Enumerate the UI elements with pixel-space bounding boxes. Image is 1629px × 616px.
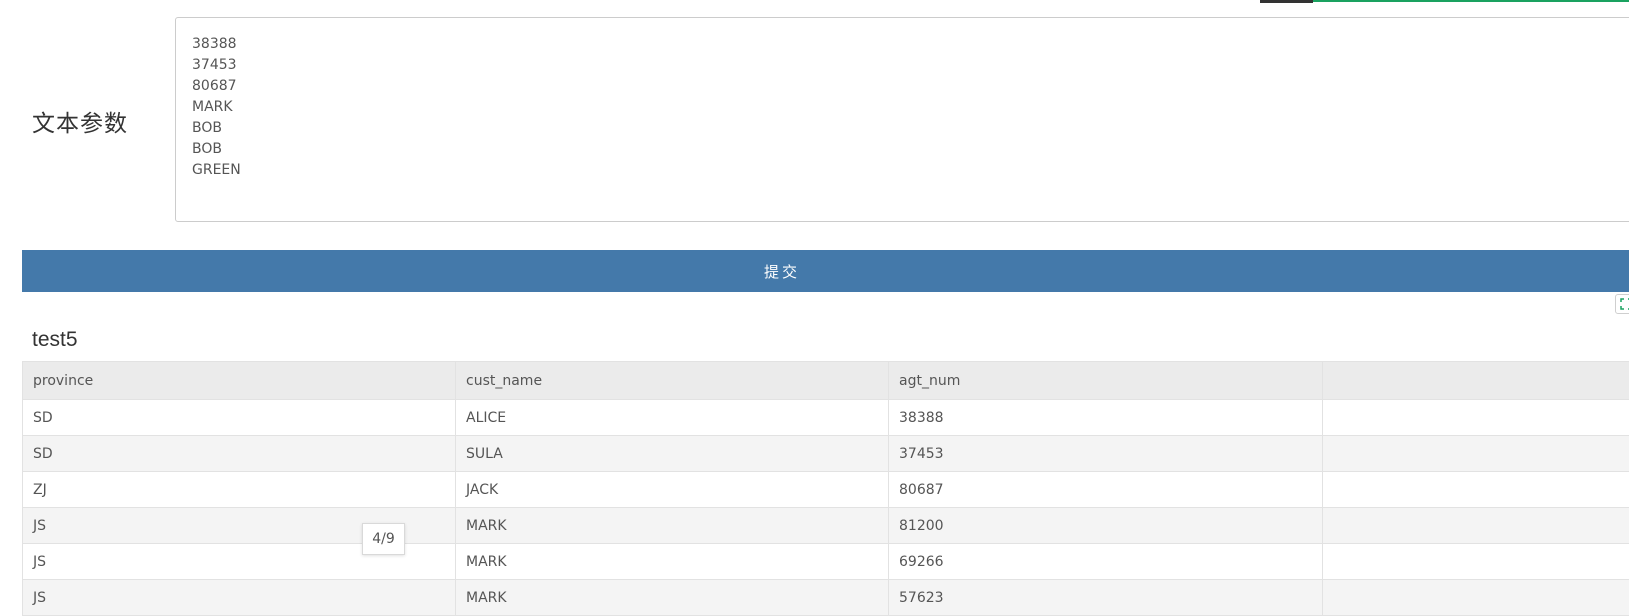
- cell-agt-num: 57623: [889, 580, 1323, 616]
- cell-cust-name: JACK: [456, 472, 889, 508]
- column-header-agt-num: agt_num: [889, 362, 1323, 400]
- table-row: SD SULA 37453: [23, 436, 1629, 472]
- cell-province: JS: [23, 580, 456, 616]
- cell-cust-name: MARK: [456, 580, 889, 616]
- text-param-label: 文本参数: [32, 104, 128, 138]
- expand-icon-glyph: [1620, 298, 1629, 310]
- report-title: test5: [32, 328, 78, 352]
- report-table: province cust_name agt_num SD ALICE 3838…: [22, 361, 1629, 616]
- column-header-province: province: [23, 362, 456, 400]
- report-table-container: province cust_name agt_num SD ALICE 3838…: [22, 361, 1629, 616]
- cell-cust-name: ALICE: [456, 400, 889, 436]
- table-row: JS MARK 57623: [23, 580, 1629, 616]
- cell-extra: [1323, 472, 1629, 508]
- cell-agt-num: 69266: [889, 544, 1323, 580]
- cell-cust-name: MARK: [456, 544, 889, 580]
- cell-extra: [1323, 436, 1629, 472]
- page-indicator-tooltip: 4/9: [362, 523, 405, 555]
- cell-cust-name: SULA: [456, 436, 889, 472]
- top-bar-dark-segment: [1260, 0, 1313, 3]
- cell-province: SD: [23, 400, 456, 436]
- table-row: JS MARK 81200: [23, 508, 1629, 544]
- cell-agt-num: 38388: [889, 400, 1323, 436]
- expand-icon[interactable]: [1615, 294, 1629, 314]
- table-row: JS MARK 69266: [23, 544, 1629, 580]
- cell-province: ZJ: [23, 472, 456, 508]
- table-row: SD ALICE 38388: [23, 400, 1629, 436]
- table-row: ZJ JACK 80687: [23, 472, 1629, 508]
- cell-province: SD: [23, 436, 456, 472]
- submit-button[interactable]: 提交: [22, 250, 1629, 292]
- cell-extra: [1323, 508, 1629, 544]
- top-bar-green-segment: [1313, 0, 1629, 2]
- cell-cust-name: MARK: [456, 508, 889, 544]
- table-header-row: province cust_name agt_num: [23, 362, 1629, 400]
- cell-agt-num: 37453: [889, 436, 1323, 472]
- cell-agt-num: 81200: [889, 508, 1323, 544]
- cell-agt-num: 80687: [889, 472, 1323, 508]
- cell-extra: [1323, 580, 1629, 616]
- cell-extra: [1323, 544, 1629, 580]
- column-header-extra: [1323, 362, 1629, 400]
- cell-extra: [1323, 400, 1629, 436]
- column-header-cust-name: cust_name: [456, 362, 889, 400]
- text-param-textarea[interactable]: 38388 37453 80687 MARK BOB BOB GREEN: [175, 17, 1629, 222]
